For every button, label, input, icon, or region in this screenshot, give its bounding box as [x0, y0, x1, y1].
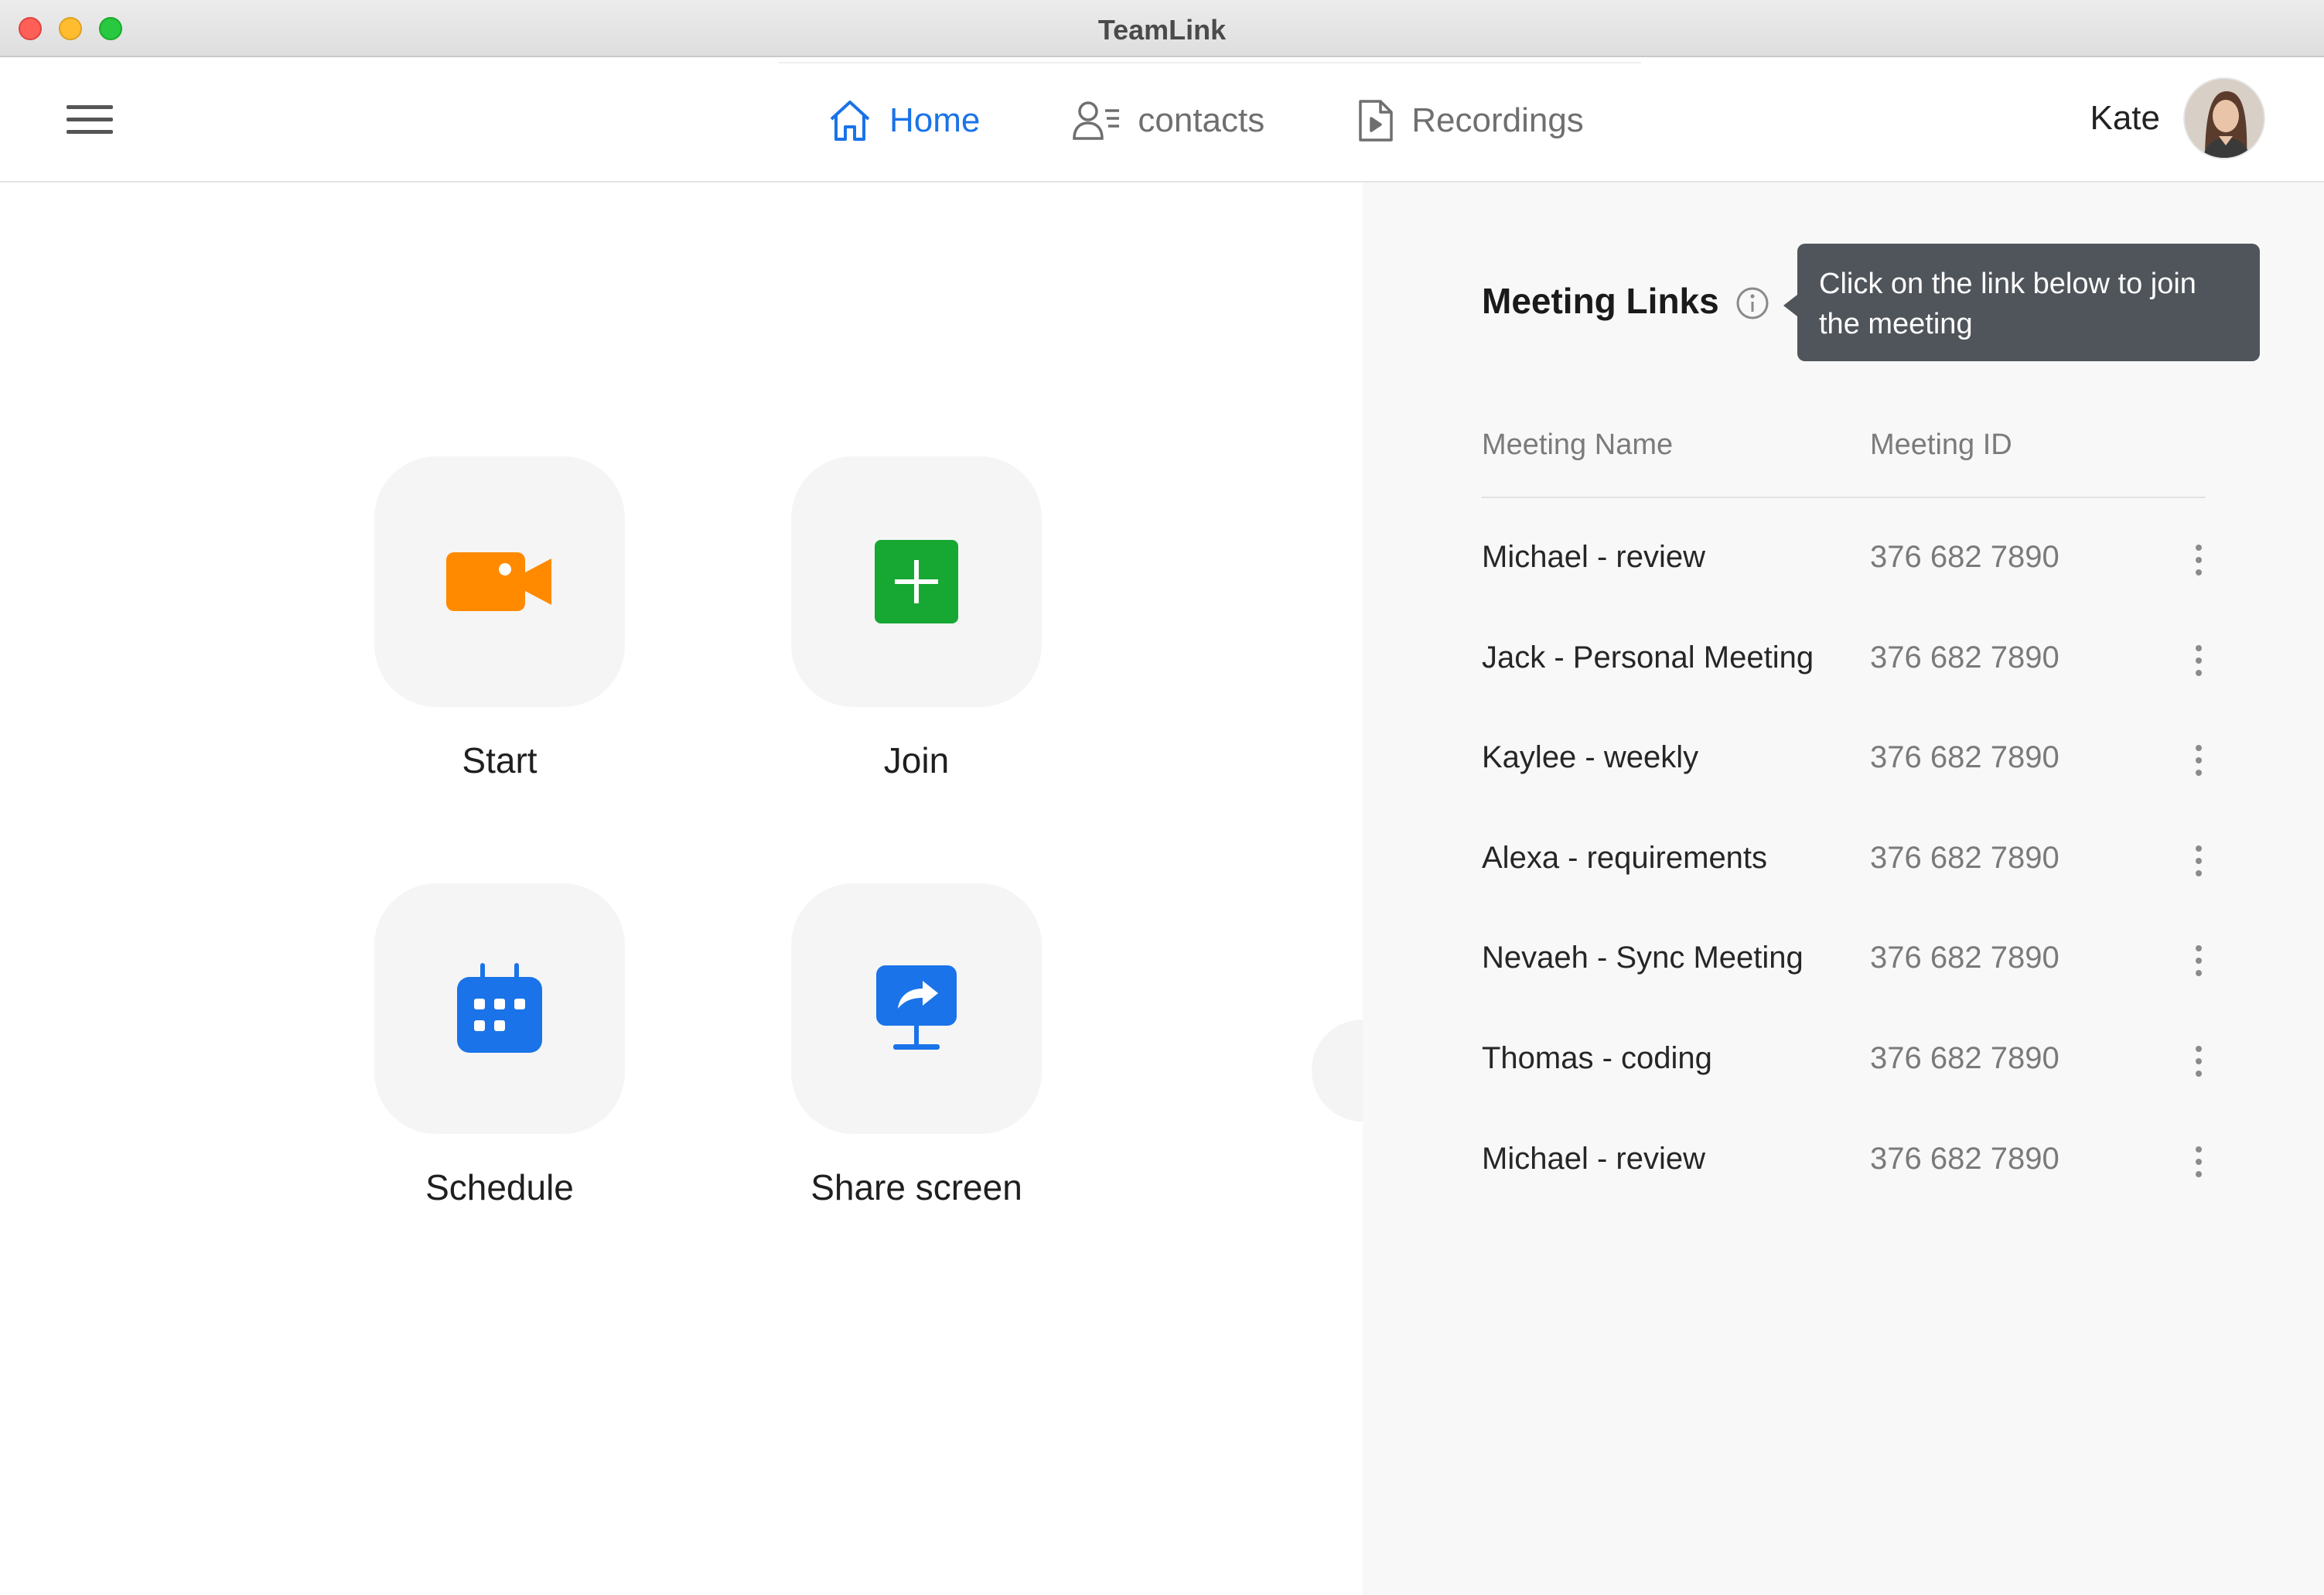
more-options-icon[interactable] — [2187, 841, 2210, 884]
meeting-row[interactable]: Nevaeh - Sync Meeting 376 682 7890 — [1482, 941, 2206, 1041]
meeting-row[interactable]: Thomas - coding 376 682 7890 — [1482, 1041, 2206, 1142]
share-screen-label: Share screen — [810, 1167, 1022, 1207]
contacts-icon — [1073, 101, 1120, 140]
schedule-label: Schedule — [425, 1167, 574, 1207]
join-action: Join — [789, 456, 1044, 781]
meeting-id: 376 682 7890 — [1870, 1141, 2060, 1176]
meeting-id: 376 682 7890 — [1870, 640, 2060, 675]
join-label: Join — [883, 740, 950, 780]
meeting-name[interactable]: Thomas - coding — [1482, 1041, 1712, 1076]
tab-home[interactable]: Home — [828, 99, 980, 142]
more-options-icon[interactable] — [2187, 1041, 2210, 1084]
avatar[interactable] — [2183, 77, 2265, 159]
user-profile[interactable]: Kate — [2090, 77, 2265, 159]
more-options-icon[interactable] — [2187, 540, 2210, 583]
recordings-icon — [1359, 100, 1393, 142]
meeting-id: 376 682 7890 — [1870, 740, 2060, 775]
meeting-name[interactable]: Alexa - requirements — [1482, 841, 1767, 876]
column-header-meeting-id: Meeting ID — [1870, 429, 2012, 461]
share-screen-action: Share screen — [789, 883, 1044, 1208]
share-screen-icon — [876, 965, 957, 1050]
window-title: TeamLink — [1097, 14, 1227, 46]
tooltip-text: Click on the link below to join the meet… — [1819, 268, 2196, 340]
main-nav: Home contacts Recordings — [828, 91, 1677, 150]
meeting-id: 376 682 7890 — [1870, 941, 2060, 975]
start-action: Start — [372, 456, 627, 781]
home-icon — [830, 101, 870, 141]
tab-home-label: Home — [889, 101, 981, 139]
info-icon[interactable] — [1735, 286, 1769, 320]
meeting-name[interactable]: Nevaeh - Sync Meeting — [1482, 941, 1804, 975]
meeting-links-title: Meeting Links — [1482, 281, 1719, 321]
more-options-icon[interactable] — [2187, 640, 2210, 684]
column-header-meeting-name: Meeting Name — [1482, 429, 1674, 461]
more-options-icon[interactable] — [2187, 941, 2210, 984]
meeting-name[interactable]: Michael - review — [1482, 1142, 1705, 1177]
meeting-id: 376 682 7890 — [1870, 1040, 2060, 1075]
plus-icon — [875, 540, 958, 623]
avatar-portrait — [2185, 79, 2264, 158]
schedule-action: Schedule — [372, 883, 627, 1208]
tab-recordings[interactable]: Recordings — [1357, 98, 1584, 143]
window-title-bar: TeamLink — [0, 0, 2324, 57]
meeting-row[interactable]: Alexa - requirements 376 682 7890 — [1482, 841, 2206, 941]
meeting-id: 376 682 7890 — [1870, 840, 2060, 875]
app-header: Home contacts Recordings Kate — [0, 57, 2324, 183]
meeting-links-panel: Meeting Links Click on the link below to… — [1363, 183, 2324, 1595]
calendar-icon — [457, 963, 542, 1053]
start-button[interactable] — [374, 456, 625, 707]
join-button[interactable] — [791, 456, 1042, 707]
tab-contacts-label: contacts — [1138, 101, 1265, 139]
tooltip-arrow — [1783, 295, 1797, 316]
meeting-name[interactable]: Jack - Personal Meeting — [1482, 640, 1814, 675]
meeting-row[interactable]: Michael - review 376 682 7890 — [1482, 1142, 2206, 1242]
meeting-row[interactable]: Kaylee - weekly 376 682 7890 — [1482, 740, 2206, 841]
meeting-row[interactable]: Jack - Personal Meeting 376 682 7890 — [1482, 640, 2206, 741]
start-label: Start — [462, 740, 537, 780]
user-name: Kate — [2090, 99, 2160, 137]
meeting-list: Michael - review 376 682 7890 Jack - Per… — [1482, 540, 2206, 1242]
meeting-name[interactable]: Kaylee - weekly — [1482, 740, 1698, 775]
nav-divider — [778, 62, 1641, 63]
more-options-icon[interactable] — [2187, 740, 2210, 784]
meeting-name[interactable]: Michael - review — [1482, 540, 1705, 575]
more-options-icon[interactable] — [2187, 1142, 2210, 1185]
menu-icon[interactable] — [67, 102, 116, 138]
home-actions-panel: Start Join Schedule Share screen — [0, 183, 1414, 1595]
share-screen-button[interactable] — [791, 883, 1042, 1134]
video-camera-icon — [446, 552, 551, 611]
meeting-id: 376 682 7890 — [1870, 540, 2060, 574]
tab-contacts[interactable]: contacts — [1073, 100, 1264, 142]
schedule-button[interactable] — [374, 883, 625, 1134]
meeting-table-header: Meeting Name Meeting ID — [1482, 429, 2206, 498]
meeting-row[interactable]: Michael - review 376 682 7890 — [1482, 540, 2206, 640]
meeting-links-tooltip: Click on the link below to join the meet… — [1783, 244, 2260, 361]
tab-recordings-label: Recordings — [1411, 101, 1584, 139]
